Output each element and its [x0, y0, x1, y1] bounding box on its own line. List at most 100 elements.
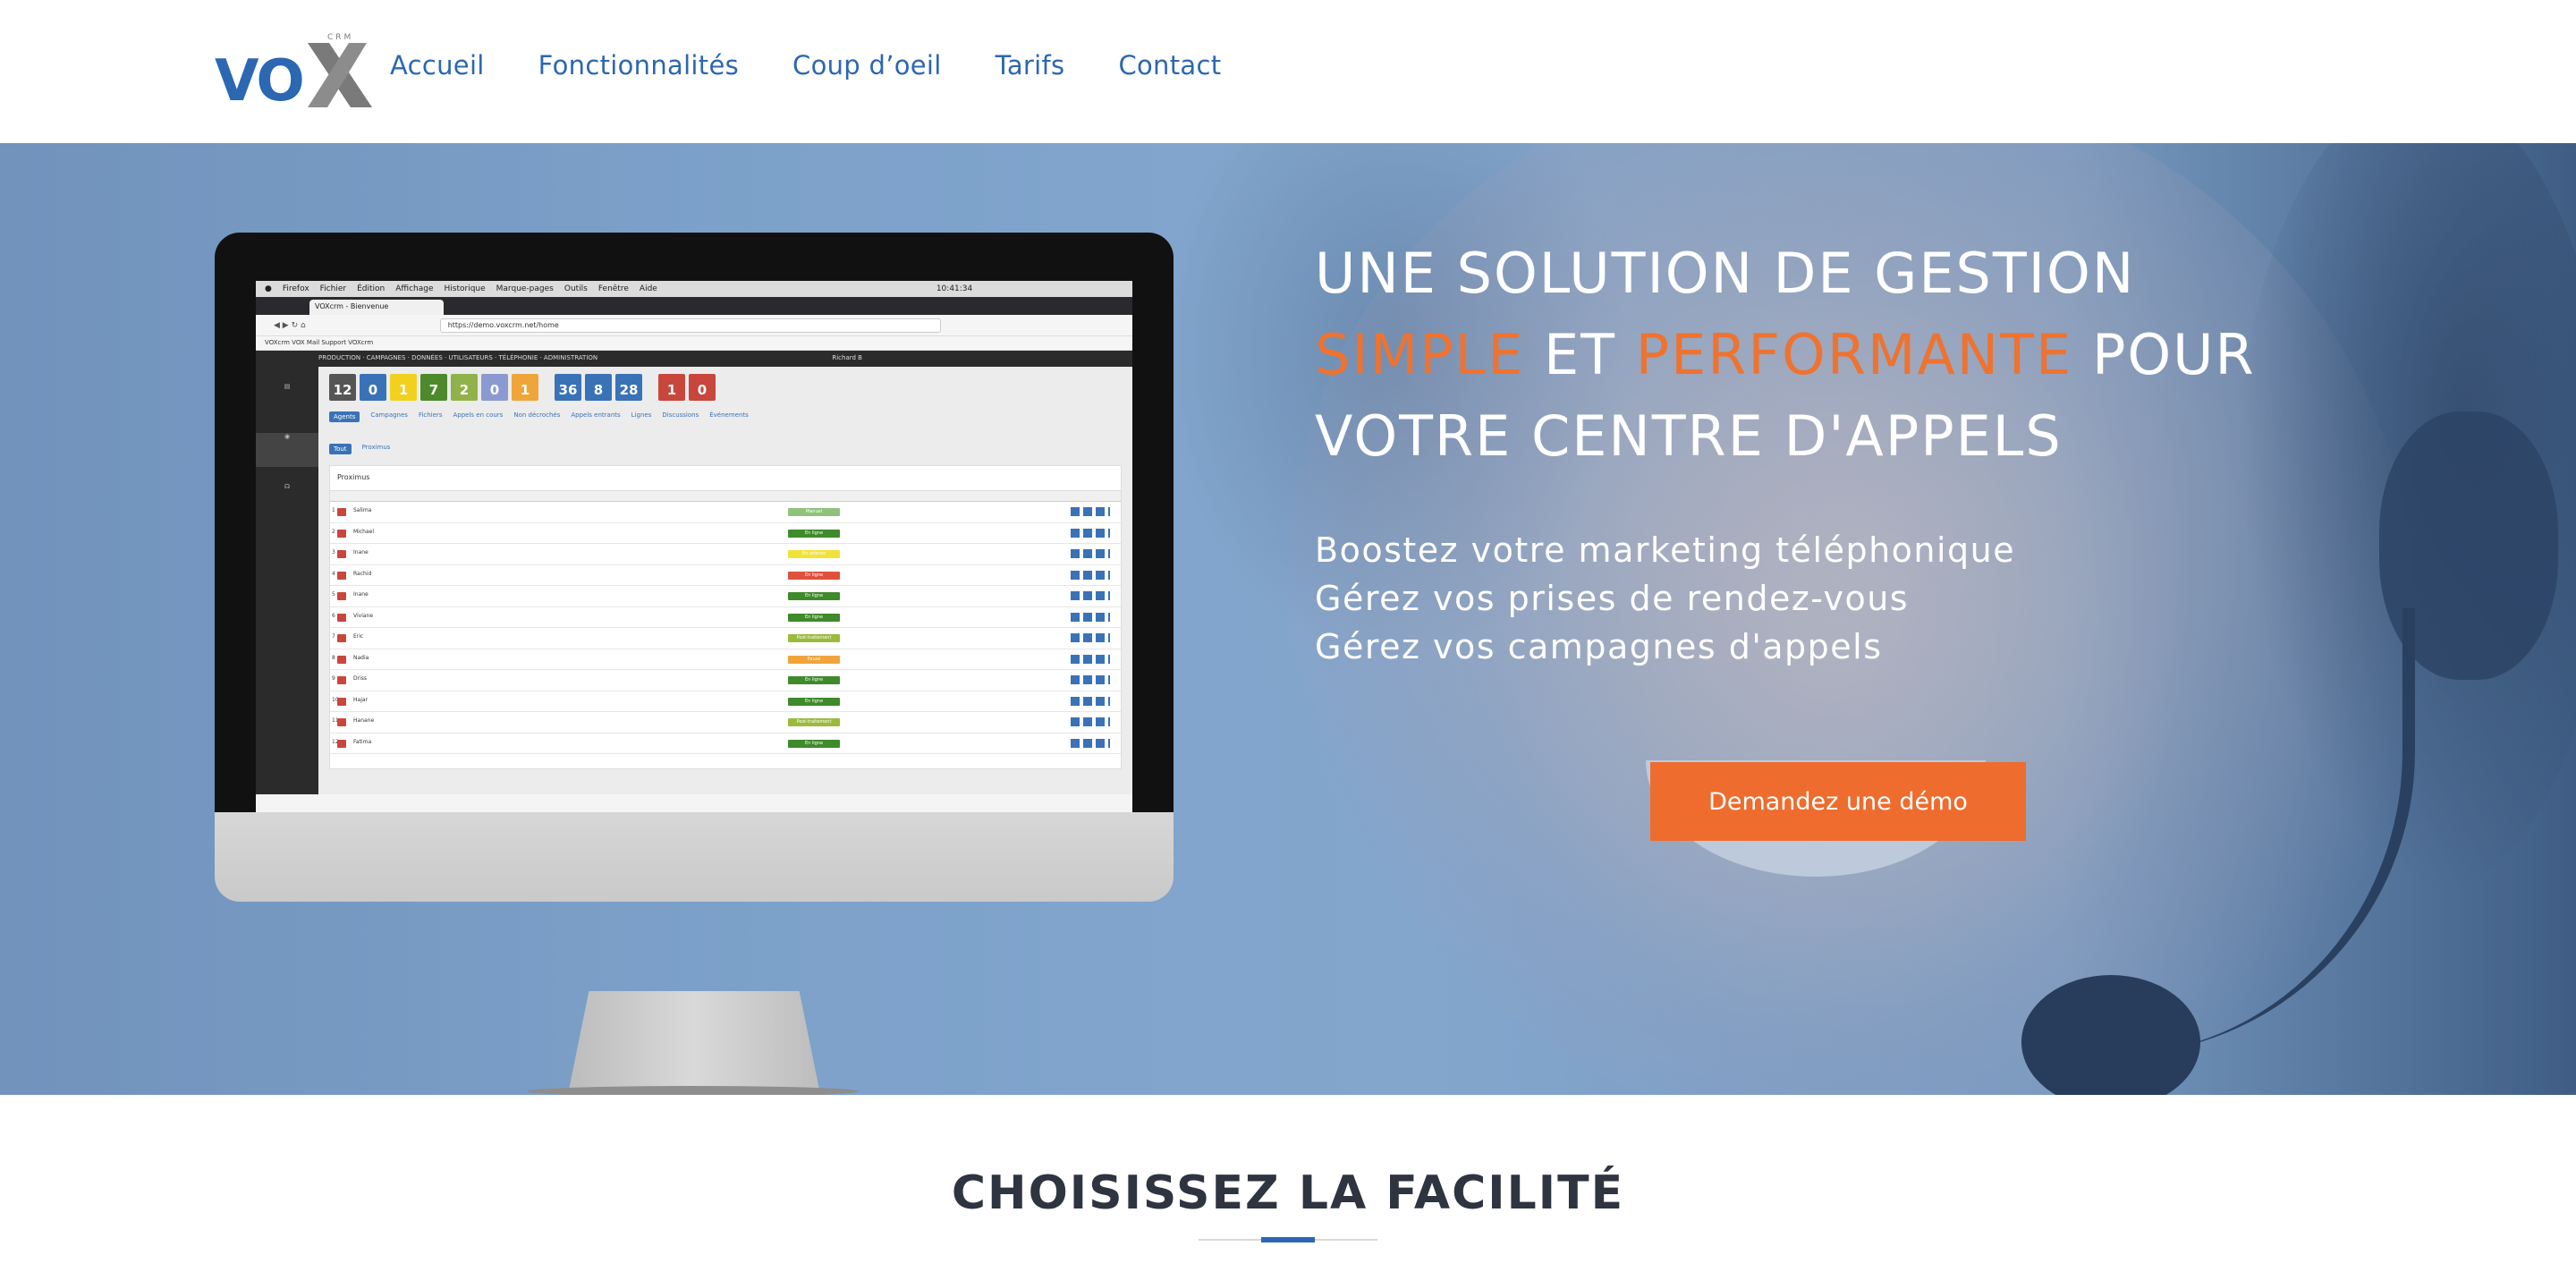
agent-avatar-icon	[337, 697, 346, 706]
agent-row-number: 9	[332, 675, 335, 682]
app-sidebar-item: ☊	[284, 483, 291, 490]
agent-row-number: 8	[332, 654, 335, 661]
status-counter: 2	[451, 374, 478, 401]
agent-action-icons	[1071, 738, 1110, 748]
agent-state-badge: En attente	[788, 550, 840, 558]
agent-action-icons	[1071, 696, 1110, 706]
hero-title-line3: VOTRE CENTRE D'APPELS	[1315, 403, 2063, 469]
app-filter: Proximus	[361, 444, 391, 451]
hero-title-line1: UNE SOLUTION DE GESTION	[1315, 241, 2136, 306]
app-subtab: Campagnes	[370, 411, 408, 419]
browser-url-field: https://demo.voxcrm.net/home	[439, 318, 941, 333]
agent-action-icons	[1071, 549, 1110, 558]
apple-icon: ●	[265, 284, 272, 293]
agent-state-badge: Manuel	[788, 508, 840, 516]
app-subtab: Fichiers	[418, 411, 443, 419]
app-subtab: Événements	[709, 411, 749, 419]
mac-menu-item: Affichage	[395, 284, 434, 293]
agent-name: Salima	[353, 507, 372, 513]
mac-menu-item: Fichier	[319, 284, 347, 293]
agent-row: 1 Salima Manuel	[330, 502, 1121, 523]
agent-state-badge: Pause	[788, 655, 840, 664]
agent-state-badge: En ligne	[788, 613, 840, 622]
status-counter: 12	[329, 374, 356, 401]
agent-row: 12 Fatima En ligne	[330, 734, 1121, 754]
hero-subtitle-line: Boostez votre marketing téléphonique	[1315, 530, 2016, 570]
agent-name: Viviane	[353, 612, 374, 619]
status-counter: 28	[615, 374, 642, 401]
agent-row: 5 Inane En ligne	[330, 586, 1121, 607]
agents-panel-title: Proximus	[330, 466, 1121, 491]
app-subtab: Lignes	[631, 411, 652, 419]
agent-state-badge: En ligne	[788, 529, 840, 538]
agent-avatar-icon	[337, 676, 346, 684]
mac-menu-item: Outils	[564, 284, 588, 293]
agent-name: Hanane	[353, 717, 375, 724]
nav-link-tarifs[interactable]: Tarifs	[996, 50, 1065, 81]
agent-state-badge: En ligne	[788, 592, 840, 600]
hero-title-simple: SIMPLE	[1315, 322, 1525, 387]
agent-avatar-icon	[337, 739, 346, 748]
agent-name: Inane	[353, 549, 369, 555]
mac-menu-item: Fenêtre	[597, 284, 629, 293]
agent-name: Hajar	[353, 696, 368, 703]
app-user-name: Richard B	[832, 354, 862, 361]
agent-row-number: 6	[332, 612, 335, 619]
agent-row: 4 Rachid En ligne	[330, 565, 1121, 586]
agents-table-header	[330, 491, 1121, 502]
app-sidebar: ▤ ◉ ☊	[256, 367, 318, 794]
mac-menu-item: Édition	[357, 284, 386, 293]
status-counter: 0	[689, 374, 716, 401]
status-counter: 8	[585, 374, 612, 401]
agent-row: 6 Viviane En ligne	[330, 607, 1121, 628]
status-counter: 1	[512, 374, 538, 401]
agent-action-icons	[1071, 633, 1110, 642]
agent-action-icons	[1071, 570, 1110, 580]
agent-action-icons	[1071, 717, 1110, 726]
app-top-menu: PRODUCTION · CAMPAGNES · DONNÉES · UTILI…	[256, 351, 1132, 367]
agent-action-icons	[1071, 591, 1110, 600]
agent-name: Eric	[353, 633, 364, 640]
app-sidebar-item: ▤	[284, 383, 291, 390]
agent-name: Nadia	[353, 654, 369, 661]
mac-menu-item: Historique	[444, 284, 486, 293]
vox-logo[interactable]: VO CRM	[215, 30, 372, 107]
hero-title: UNE SOLUTION DE GESTION SIMPLE ET PERFOR…	[1315, 233, 2388, 477]
agent-avatar-icon	[337, 718, 346, 726]
app-subtabs: Agents Campagnes Fichiers Appels en cour…	[329, 411, 1122, 422]
agent-action-icons	[1071, 654, 1110, 664]
hero-title-performante: PERFORMANTE	[1635, 322, 2073, 387]
agent-state-badge: En ligne	[788, 739, 840, 748]
browser-tab-strip: VOXcrm - Bienvenue	[256, 297, 1132, 315]
agent-state-badge: En ligne	[788, 676, 840, 684]
agent-avatar-icon	[337, 550, 346, 558]
status-counter: 0	[481, 374, 508, 401]
mac-menu-bar: ● Firefox Fichier Édition Affichage Hist…	[256, 281, 1132, 297]
app-menu-text: PRODUCTION · CAMPAGNES · DONNÉES · UTILI…	[318, 354, 598, 361]
hero-title-pour: POUR	[2072, 322, 2256, 387]
agent-state-badge: Post-traitement	[788, 634, 840, 642]
agents-table-body: 1 Salima Manuel 2 Michael En ligne 3 Inane En at…	[330, 502, 1121, 754]
app-subtab: Appels entrants	[571, 411, 621, 419]
agent-row-number: 4	[332, 570, 335, 577]
app-filter-tabs: Tout Proximus	[329, 444, 1122, 454]
top-navbar: VO CRM Accueil Fonctionnalités Coup d’oe…	[0, 0, 2576, 143]
hero-subtitle-line: Gérez vos campagnes d'appels	[1315, 627, 1883, 666]
agent-row: 3 Inane En attente	[330, 544, 1121, 565]
app-subtab: Discussions	[662, 411, 699, 419]
agent-name: Driss	[353, 675, 368, 682]
nav-link-contact[interactable]: Contact	[1118, 50, 1221, 81]
browser-bookmarks: VOXcrm VOX Mail Support VOXcrm	[256, 336, 1132, 351]
nav-link-accueil[interactable]: Accueil	[390, 50, 485, 81]
agent-name: Inane	[353, 591, 369, 598]
agent-name: Rachid	[353, 570, 372, 577]
agent-name: Fatima	[353, 738, 372, 745]
agent-row-number: 5	[332, 591, 335, 598]
nav-link-coup-doeil[interactable]: Coup d’oeil	[792, 50, 942, 81]
agent-action-icons	[1071, 675, 1110, 684]
agent-row: 11 Hanane Post-traitement	[330, 712, 1121, 734]
request-demo-button[interactable]: Demandez une démo	[1650, 762, 2026, 841]
nav-link-fonctionnalites[interactable]: Fonctionnalités	[538, 50, 739, 81]
svg-text:CRM: CRM	[327, 33, 353, 42]
mac-clock: 10:41:34	[936, 284, 973, 293]
